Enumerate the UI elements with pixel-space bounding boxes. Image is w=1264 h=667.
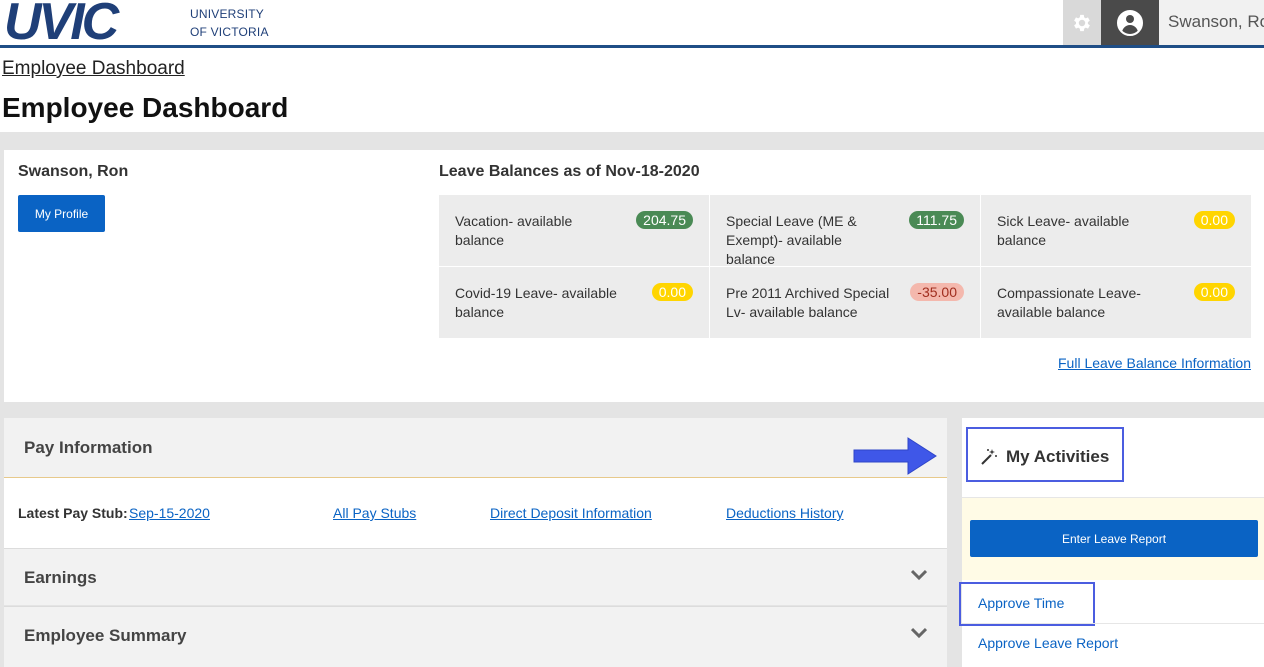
latest-pay-stub-link[interactable]: Sep-15-2020 bbox=[129, 505, 210, 521]
activities-action-area: Enter Leave Report bbox=[962, 498, 1264, 580]
pay-information-panel: Pay Information Latest Pay Stub: Sep-15-… bbox=[4, 418, 947, 667]
leave-balances-title: Leave Balances as of Nov-18-2020 bbox=[439, 163, 700, 181]
user-name[interactable]: Swanson, Ron bbox=[1159, 0, 1264, 45]
chevron-down-icon bbox=[911, 569, 927, 581]
user-menu-button[interactable] bbox=[1101, 0, 1159, 45]
leave-label: Compassionate Leave- available balance bbox=[997, 285, 1141, 320]
deductions-history-link[interactable]: Deductions History bbox=[726, 505, 844, 521]
leave-balance-vacation: Vacation- available balance 204.75 bbox=[439, 195, 709, 266]
leave-label: Sick Leave- available balance bbox=[997, 213, 1129, 248]
pay-information-body: Latest Pay Stub: Sep-15-2020 All Pay Stu… bbox=[4, 478, 947, 548]
earnings-accordion[interactable]: Earnings bbox=[4, 548, 947, 605]
leave-value-badge: 0.00 bbox=[1194, 283, 1235, 301]
settings-button[interactable] bbox=[1063, 0, 1101, 45]
pay-information-title: Pay Information bbox=[24, 438, 152, 458]
leave-balances-grid: Vacation- available balance 204.75 Speci… bbox=[439, 195, 1251, 338]
divider bbox=[962, 623, 1264, 624]
magic-wand-icon bbox=[980, 448, 998, 466]
user-avatar-icon bbox=[1117, 10, 1143, 36]
leave-value-badge: -35.00 bbox=[910, 283, 964, 301]
leave-value-badge: 0.00 bbox=[652, 283, 693, 301]
page-title: Employee Dashboard bbox=[2, 92, 288, 124]
my-profile-button[interactable]: My Profile bbox=[18, 195, 105, 232]
approve-leave-report-link[interactable]: Approve Leave Report bbox=[978, 635, 1118, 651]
annotation-arrow bbox=[850, 432, 940, 480]
my-activities-panel: My Activities Enter Leave Report Approve… bbox=[962, 418, 1264, 667]
leave-value-badge: 0.00 bbox=[1194, 211, 1235, 229]
university-name: UNIVERSITY OF VICTORIA bbox=[190, 5, 269, 41]
gear-icon bbox=[1071, 12, 1093, 34]
leave-label: Covid-19 Leave- available balance bbox=[455, 285, 617, 320]
leave-label: Pre 2011 Archived Special Lv- available … bbox=[726, 285, 889, 320]
earnings-title: Earnings bbox=[24, 568, 97, 588]
logo-text: UVIC bbox=[4, 1, 116, 43]
employee-summary-card: Swanson, Ron My Profile Leave Balances a… bbox=[4, 150, 1264, 402]
leave-value-badge: 111.75 bbox=[909, 211, 964, 229]
leave-label: Vacation- available balance bbox=[455, 213, 572, 248]
leave-balance-sick: Sick Leave- available balance 0.00 bbox=[981, 195, 1251, 266]
leave-balance-archived: Pre 2011 Archived Special Lv- available … bbox=[710, 267, 980, 338]
title-area: Employee Dashboard Employee Dashboard bbox=[0, 48, 1264, 132]
leave-balance-compassionate: Compassionate Leave- available balance 0… bbox=[981, 267, 1251, 338]
leave-value-badge: 204.75 bbox=[636, 211, 693, 229]
top-header: UVIC UNIVERSITY OF VICTORIA Swanson, Ron bbox=[0, 0, 1264, 46]
all-pay-stubs-link[interactable]: All Pay Stubs bbox=[333, 505, 416, 521]
chevron-down-icon bbox=[911, 627, 927, 639]
enter-leave-report-button[interactable]: Enter Leave Report bbox=[970, 520, 1258, 557]
employee-summary-accordion[interactable]: Employee Summary bbox=[4, 606, 947, 667]
leave-label: Special Leave (ME & Exempt)- available b… bbox=[726, 213, 857, 267]
leave-balance-special: Special Leave (ME & Exempt)- available b… bbox=[710, 195, 980, 266]
employee-name: Swanson, Ron bbox=[18, 163, 128, 181]
approve-time-link[interactable]: Approve Time bbox=[978, 595, 1064, 611]
leave-balance-covid: Covid-19 Leave- available balance 0.00 bbox=[439, 267, 709, 338]
my-activities-title: My Activities bbox=[1006, 447, 1109, 467]
employee-summary-title: Employee Summary bbox=[24, 626, 187, 646]
latest-pay-stub-label: Latest Pay Stub: bbox=[18, 505, 128, 521]
pay-information-header[interactable]: Pay Information bbox=[4, 418, 947, 478]
breadcrumb[interactable]: Employee Dashboard bbox=[2, 58, 185, 80]
direct-deposit-link[interactable]: Direct Deposit Information bbox=[490, 505, 652, 521]
uvic-logo[interactable]: UVIC bbox=[4, 1, 116, 43]
full-leave-balance-link[interactable]: Full Leave Balance Information bbox=[1058, 355, 1251, 371]
my-activities-header: My Activities bbox=[962, 418, 1264, 498]
